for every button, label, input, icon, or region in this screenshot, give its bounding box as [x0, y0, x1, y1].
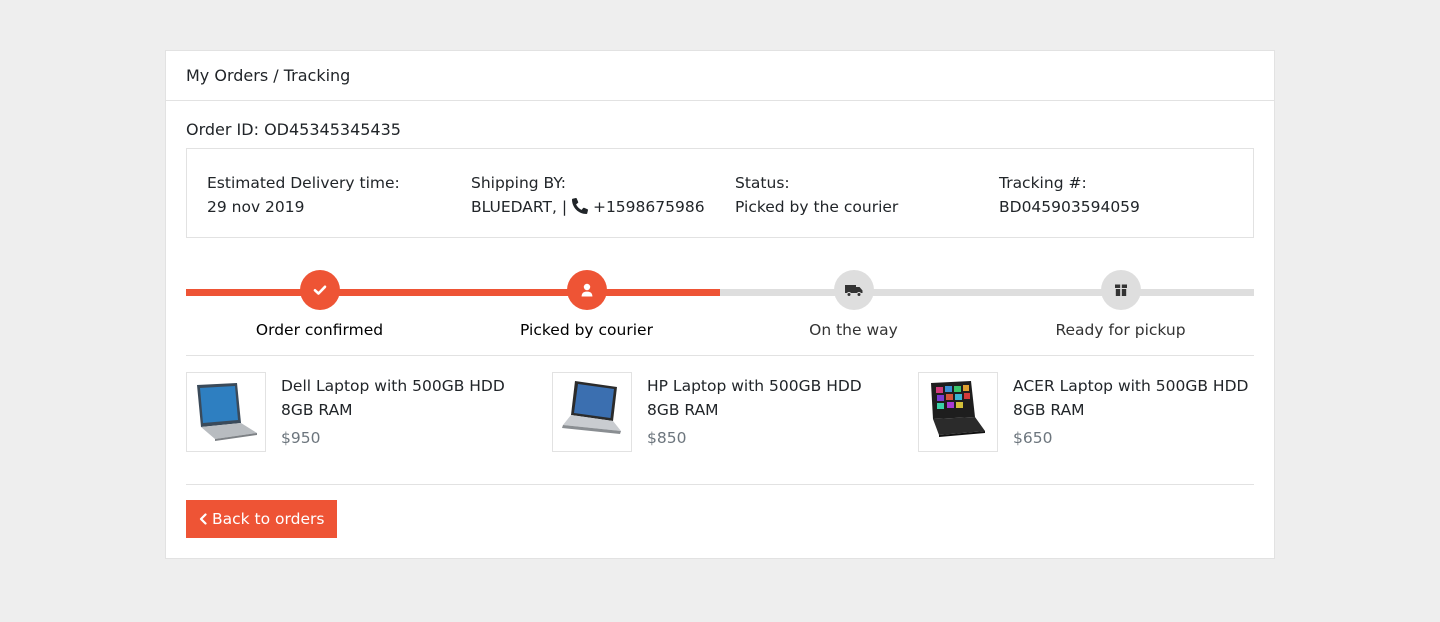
laptop-image: [931, 381, 985, 437]
step-icon-circle: [1100, 270, 1141, 310]
delivery-time-label: Estimated Delivery time:: [207, 174, 400, 192]
product-name-line: HP Laptop with 500GB HDD: [647, 377, 862, 395]
step-picked-by-courier: Picked by courier: [453, 270, 720, 340]
chevron-left-icon: [199, 513, 207, 525]
step-label: On the way: [809, 321, 898, 339]
step-label: Order confirmed: [255, 321, 384, 339]
shipping-by-label: Shipping BY:: [471, 174, 566, 192]
carrier-name: BLUEDART, |: [471, 198, 573, 216]
back-button-label: Back to orders: [212, 510, 325, 528]
product-name[interactable]: Dell Laptop with 500GB HDD 8GB RAM: [281, 374, 531, 422]
breadcrumb: My Orders / Tracking: [186, 66, 351, 85]
step-ready-for-pickup: Ready for pickup: [987, 270, 1254, 340]
product-list: Dell Laptop with 500GB HDD 8GB RAM $950 …: [186, 356, 1254, 484]
product-item[interactable]: ACER Laptop with 500GB HDD 8GB RAM $650: [918, 372, 1258, 452]
product-name[interactable]: ACER Laptop with 500GB HDD 8GB RAM: [1013, 374, 1263, 422]
card-body: Order ID: OD45345345435 Estimated Delive…: [166, 120, 1274, 485]
phone-icon: [572, 198, 589, 214]
status-value: Picked by the courier: [735, 198, 899, 216]
product-name[interactable]: HP Laptop with 500GB HDD 8GB RAM: [647, 374, 897, 422]
product-item[interactable]: HP Laptop with 500GB HDD 8GB RAM $850: [552, 372, 892, 452]
laptop-image: [562, 381, 621, 434]
product-thumbnail[interactable]: [552, 372, 632, 452]
product-thumbnail[interactable]: [186, 372, 266, 452]
step-icon-circle: [299, 270, 340, 310]
product-thumbnail[interactable]: [918, 372, 998, 452]
tracking-card: My Orders / Tracking Order ID: OD4534534…: [165, 50, 1275, 559]
order-id: Order ID: OD45345345435: [186, 120, 401, 139]
product-price: $650: [1013, 429, 1053, 447]
product-name-line: 8GB RAM: [1013, 401, 1085, 419]
product-name-line: ACER Laptop with 500GB HDD: [1013, 377, 1249, 395]
step-icon-circle: [833, 270, 874, 310]
truck-icon: [844, 285, 862, 297]
product-price: $950: [281, 429, 321, 447]
step-label: Picked by courier: [520, 321, 653, 339]
shipping-by-value: BLUEDART, | +1598675986: [471, 195, 705, 219]
tracking-progress: Order confirmed Picked by courier On the…: [186, 270, 1254, 350]
tracking-number-info: Tracking #: BD045903594059: [999, 171, 1140, 219]
carrier-phone[interactable]: +1598675986: [593, 198, 705, 216]
product-name-line: 8GB RAM: [647, 401, 719, 419]
delivery-time-value: 29 nov 2019: [207, 198, 305, 216]
step-label: Ready for pickup: [1055, 321, 1186, 339]
user-icon: [581, 283, 592, 297]
back-to-orders-button[interactable]: Back to orders: [186, 500, 338, 538]
divider: [186, 484, 1254, 485]
shipment-info-box: Estimated Delivery time: 29 nov 2019 Shi…: [186, 148, 1254, 238]
card-header: My Orders / Tracking: [166, 51, 1274, 101]
step-icon-circle: [566, 270, 607, 310]
box-icon: [1114, 284, 1127, 296]
tracking-number-label: Tracking #:: [999, 174, 1087, 192]
step-on-the-way: On the way: [720, 270, 987, 340]
product-item[interactable]: Dell Laptop with 500GB HDD 8GB RAM $950: [186, 372, 526, 452]
laptop-image: [197, 383, 257, 441]
shipping-by-info: Shipping BY: BLUEDART, | +1598675986: [471, 171, 705, 219]
status-label: Status:: [735, 174, 790, 192]
product-name-line: Dell Laptop with 500GB HDD: [281, 377, 505, 395]
tracking-number-value: BD045903594059: [999, 198, 1140, 216]
product-price: $850: [647, 429, 687, 447]
product-name-line: 8GB RAM: [281, 401, 353, 419]
check-icon: [313, 285, 326, 295]
status-info: Status: Picked by the courier: [735, 171, 898, 219]
step-order-confirmed: Order confirmed: [186, 270, 453, 340]
delivery-time-info: Estimated Delivery time: 29 nov 2019: [207, 171, 400, 219]
